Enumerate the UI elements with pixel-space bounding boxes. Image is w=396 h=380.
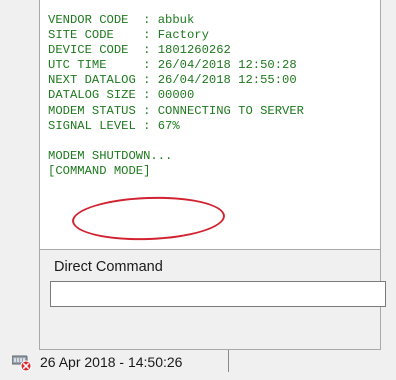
status-bar: 26 Apr 2018 - 14:50:26 (0, 344, 396, 380)
direct-command-panel: Direct Command (39, 250, 386, 350)
terminal-line-modem-status: MODEM STATUS : CONNECTING TO SERVER (48, 103, 304, 118)
terminal-line-device-code: DEVICE CODE : 1801260262 (48, 43, 231, 58)
disconnected-network-icon (11, 352, 32, 372)
terminal-line-modem-shutdown: MODEM SHUTDOWN... (48, 148, 173, 163)
terminal-line-utc-time: UTC TIME : 26/04/2018 12:50:28 (48, 58, 297, 73)
terminal-line-next-datalog: NEXT DATALOG : 26/04/2018 12:55:00 (48, 73, 297, 88)
direct-command-label: Direct Command (54, 259, 163, 275)
red-circle-annotation (71, 194, 226, 243)
terminal-line-vendor-code: VENDOR CODE : abbuk (48, 13, 195, 27)
terminal-line-command-mode: [COMMAND MODE] (48, 163, 151, 178)
terminal-line-blank (48, 134, 304, 149)
modem-console-window: VENDOR CODE : abbuk SITE CODE : Factory … (0, 0, 396, 380)
terminal-line-datalog-size: DATALOG SIZE : 00000 (48, 88, 195, 103)
terminal-lines: VENDOR CODE : abbuk SITE CODE : Factory … (48, 13, 304, 179)
direct-command-input[interactable] (50, 281, 386, 307)
terminal-output[interactable]: VENDOR CODE : abbuk SITE CODE : Factory … (39, 0, 381, 250)
status-separator (228, 350, 229, 372)
terminal-line-site-code: SITE CODE : Factory (48, 28, 209, 43)
status-timestamp: 26 Apr 2018 - 14:50:26 (40, 354, 183, 370)
terminal-line-signal-level: SIGNAL LEVEL : 67% (48, 118, 180, 133)
